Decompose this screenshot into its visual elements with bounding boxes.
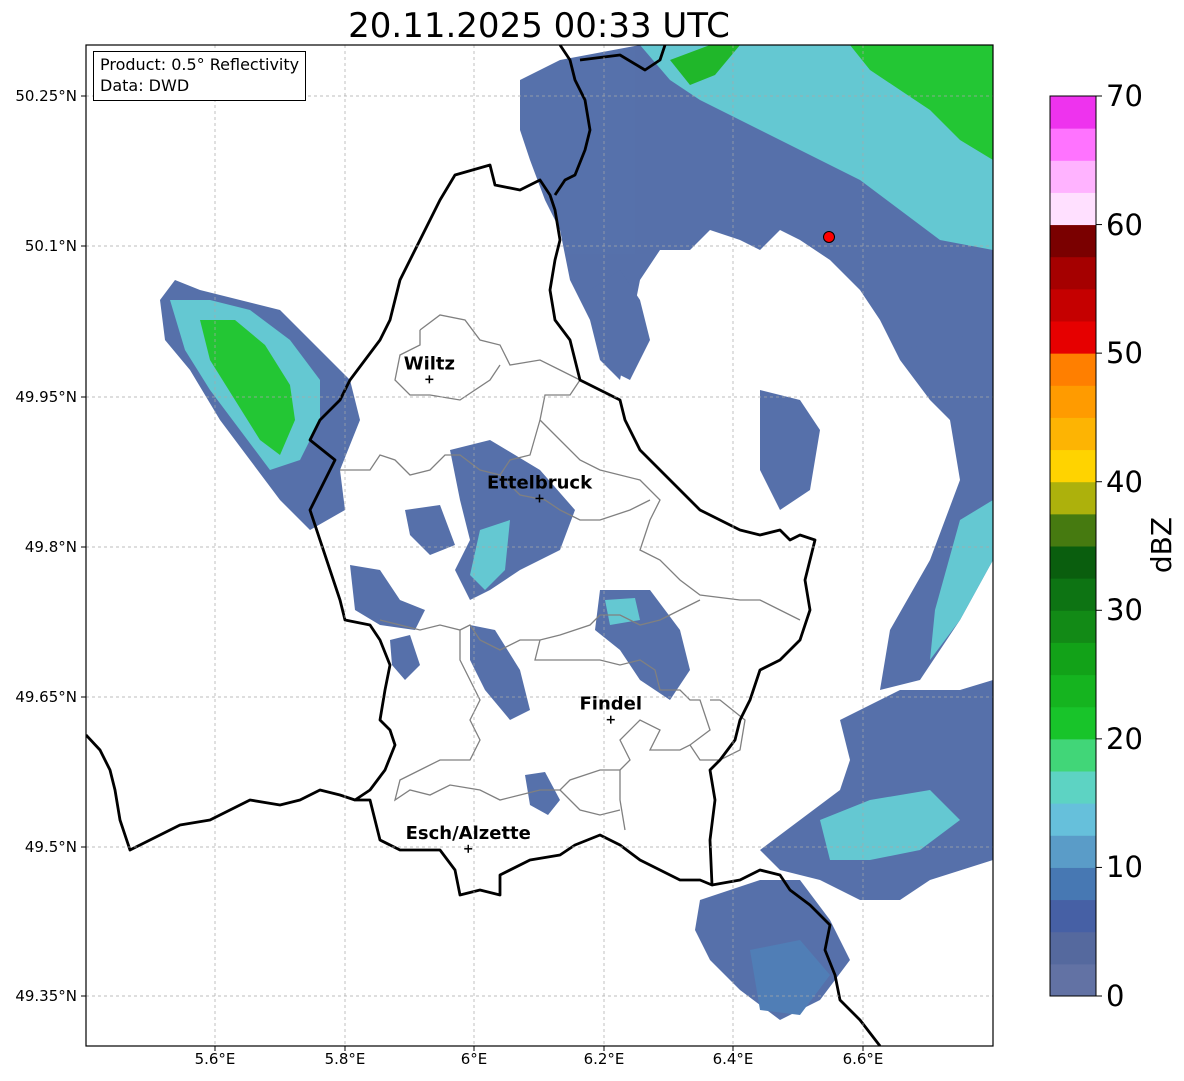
colorbar-tick-label: 0	[1106, 979, 1125, 1013]
product-label: Product: 0.5° Reflectivity	[100, 55, 300, 74]
lat-tick-label: 49.65°N	[15, 688, 77, 706]
colorbar-tick-label: 70	[1106, 79, 1143, 113]
lon-tick-label: 5.8°E	[324, 1050, 366, 1068]
colorbar-unit-label: dBZ	[1145, 516, 1178, 574]
lon-tick-label: 6.4°E	[712, 1050, 754, 1068]
colorbar-segment	[1050, 160, 1096, 193]
colorbar-segment	[1050, 642, 1096, 676]
product-info-box: Product: 0.5° Reflectivity Data: DWD	[93, 51, 307, 101]
colorbar-segment	[1050, 449, 1096, 483]
colorbar-tick-label: 30	[1106, 593, 1143, 627]
colorbar-segment	[1050, 224, 1096, 258]
lon-tick-label: 5.6°E	[194, 1050, 236, 1068]
lat-tick-label: 49.8°N	[24, 538, 77, 556]
lon-tick-label: 6.2°E	[583, 1050, 625, 1068]
lon-tick-label: 6°E	[460, 1050, 488, 1068]
data-source-label: Data: DWD	[100, 76, 190, 95]
colorbar-segment	[1050, 899, 1096, 933]
colorbar-segment	[1050, 771, 1096, 804]
colorbar-segment	[1050, 835, 1096, 868]
colorbar-segment	[1050, 353, 1096, 386]
radar-site-marker[interactable]	[823, 231, 835, 243]
colorbar-tick-label: 50	[1106, 336, 1143, 370]
colorbar-segment	[1050, 931, 1096, 965]
lat-tick-label: 49.5°N	[24, 838, 77, 856]
colorbar-segment	[1050, 610, 1096, 643]
city-label: Esch/Alzette	[406, 823, 531, 844]
city-label: Findel	[579, 694, 642, 715]
lat-tick-label: 50.25°N	[15, 87, 77, 105]
colorbar-segment	[1050, 256, 1096, 290]
lat-tick-label: 50.1°N	[24, 237, 77, 255]
radar-map[interactable]: Wiltz Ettelbruck Findel Esch/Alzette	[0, 0, 1184, 1081]
colorbar-tick-label: 20	[1106, 722, 1143, 756]
colorbar-segment	[1050, 578, 1096, 611]
colorbar-segment	[1050, 192, 1096, 226]
colorbar-segment	[1050, 417, 1096, 451]
colorbar	[1050, 96, 1096, 997]
city-label: Ettelbruck	[487, 472, 593, 493]
colorbar-tick-label: 10	[1106, 850, 1143, 884]
colorbar-segment	[1050, 803, 1096, 836]
colorbar-tick-marks	[1096, 95, 1102, 997]
colorbar-segment	[1050, 96, 1096, 129]
colorbar-segment	[1050, 706, 1096, 740]
colorbar-tick-label: 60	[1106, 208, 1143, 242]
city-label: Wiltz	[404, 353, 455, 374]
colorbar-segment	[1050, 385, 1096, 418]
colorbar-segment	[1050, 513, 1096, 547]
colorbar-segment	[1050, 288, 1096, 322]
colorbar-segment	[1050, 321, 1096, 354]
colorbar-segment	[1050, 738, 1096, 772]
colorbar-segment	[1050, 546, 1096, 579]
colorbar-segment	[1050, 481, 1096, 515]
lat-tick-label: 49.35°N	[15, 987, 77, 1005]
colorbar-segment	[1050, 128, 1096, 161]
lat-tick-label: 49.95°N	[15, 388, 77, 406]
lon-tick-label: 6.6°E	[842, 1050, 884, 1068]
colorbar-segment	[1050, 963, 1096, 997]
colorbar-segment	[1050, 867, 1096, 901]
colorbar-segment	[1050, 674, 1096, 708]
colorbar-tick-label: 40	[1106, 465, 1143, 499]
